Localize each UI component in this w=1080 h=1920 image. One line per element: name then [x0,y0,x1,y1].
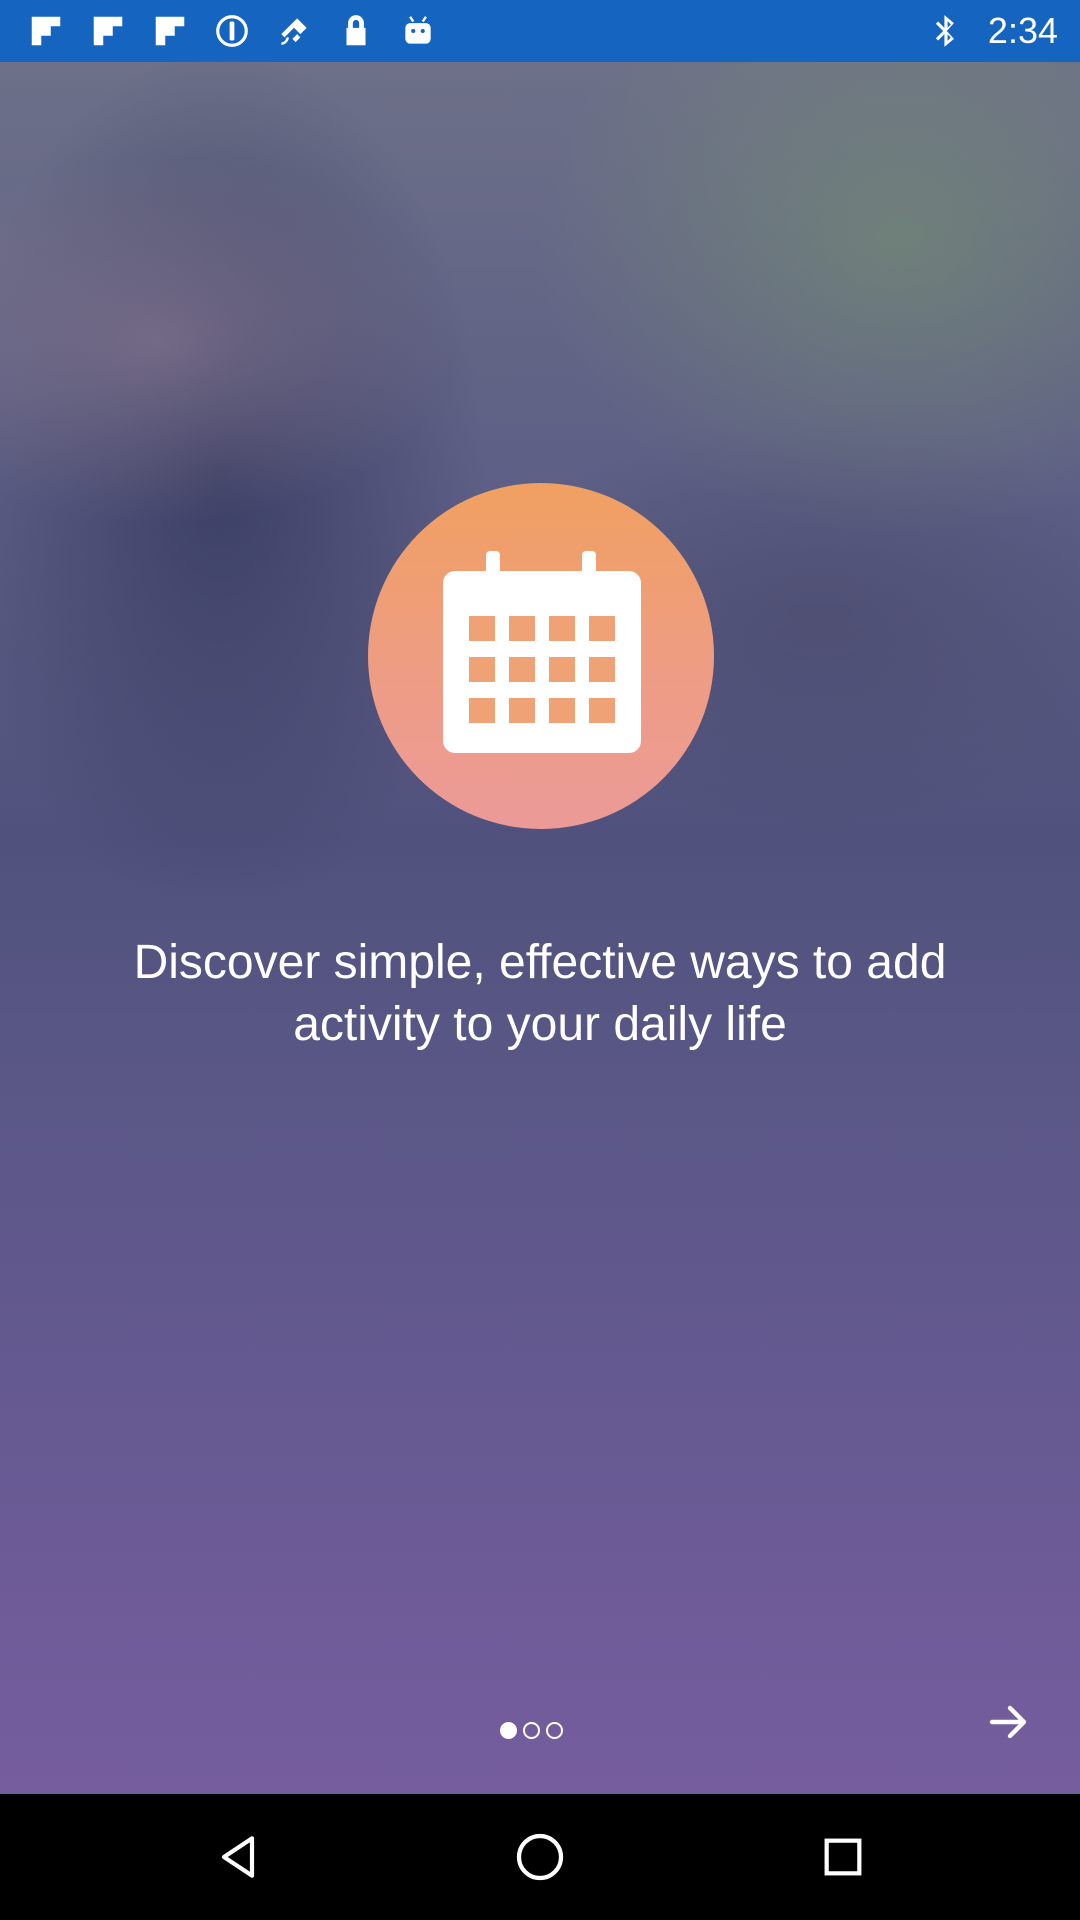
page-dot-active [500,1722,517,1739]
flipboard-icon [150,11,190,51]
navigation-bar [0,1794,1080,1920]
flipboard-icon [88,11,128,51]
lock-icon [336,11,376,51]
android-icon [398,11,438,51]
back-icon [221,1836,255,1878]
home-icon [516,1833,564,1881]
home-button[interactable] [510,1827,570,1887]
bluetooth-icon [926,11,966,51]
next-button[interactable] [980,1694,1036,1750]
onboarding-headline: Discover simple, effective ways to add a… [133,936,947,1051]
page-dot [546,1722,563,1739]
page-dot [523,1722,540,1739]
status-system: 2:34 [926,10,1058,52]
onboarding-screen: Discover simple, effective ways to add a… [0,62,1080,1794]
fake-gps-icon [274,11,314,51]
recents-button[interactable] [813,1827,873,1887]
back-button[interactable] [208,1827,268,1887]
status-notifications [26,11,438,51]
arrow-right-icon [989,1705,1027,1739]
calendar-illustration [368,483,714,829]
recents-icon [824,1838,862,1876]
page-indicator [500,1722,563,1739]
status-bar: 2:34 [0,0,1080,62]
clock: 2:34 [987,10,1058,51]
flipboard-icon [26,11,66,51]
calendar-icon [443,551,641,753]
info-icon [212,11,252,51]
